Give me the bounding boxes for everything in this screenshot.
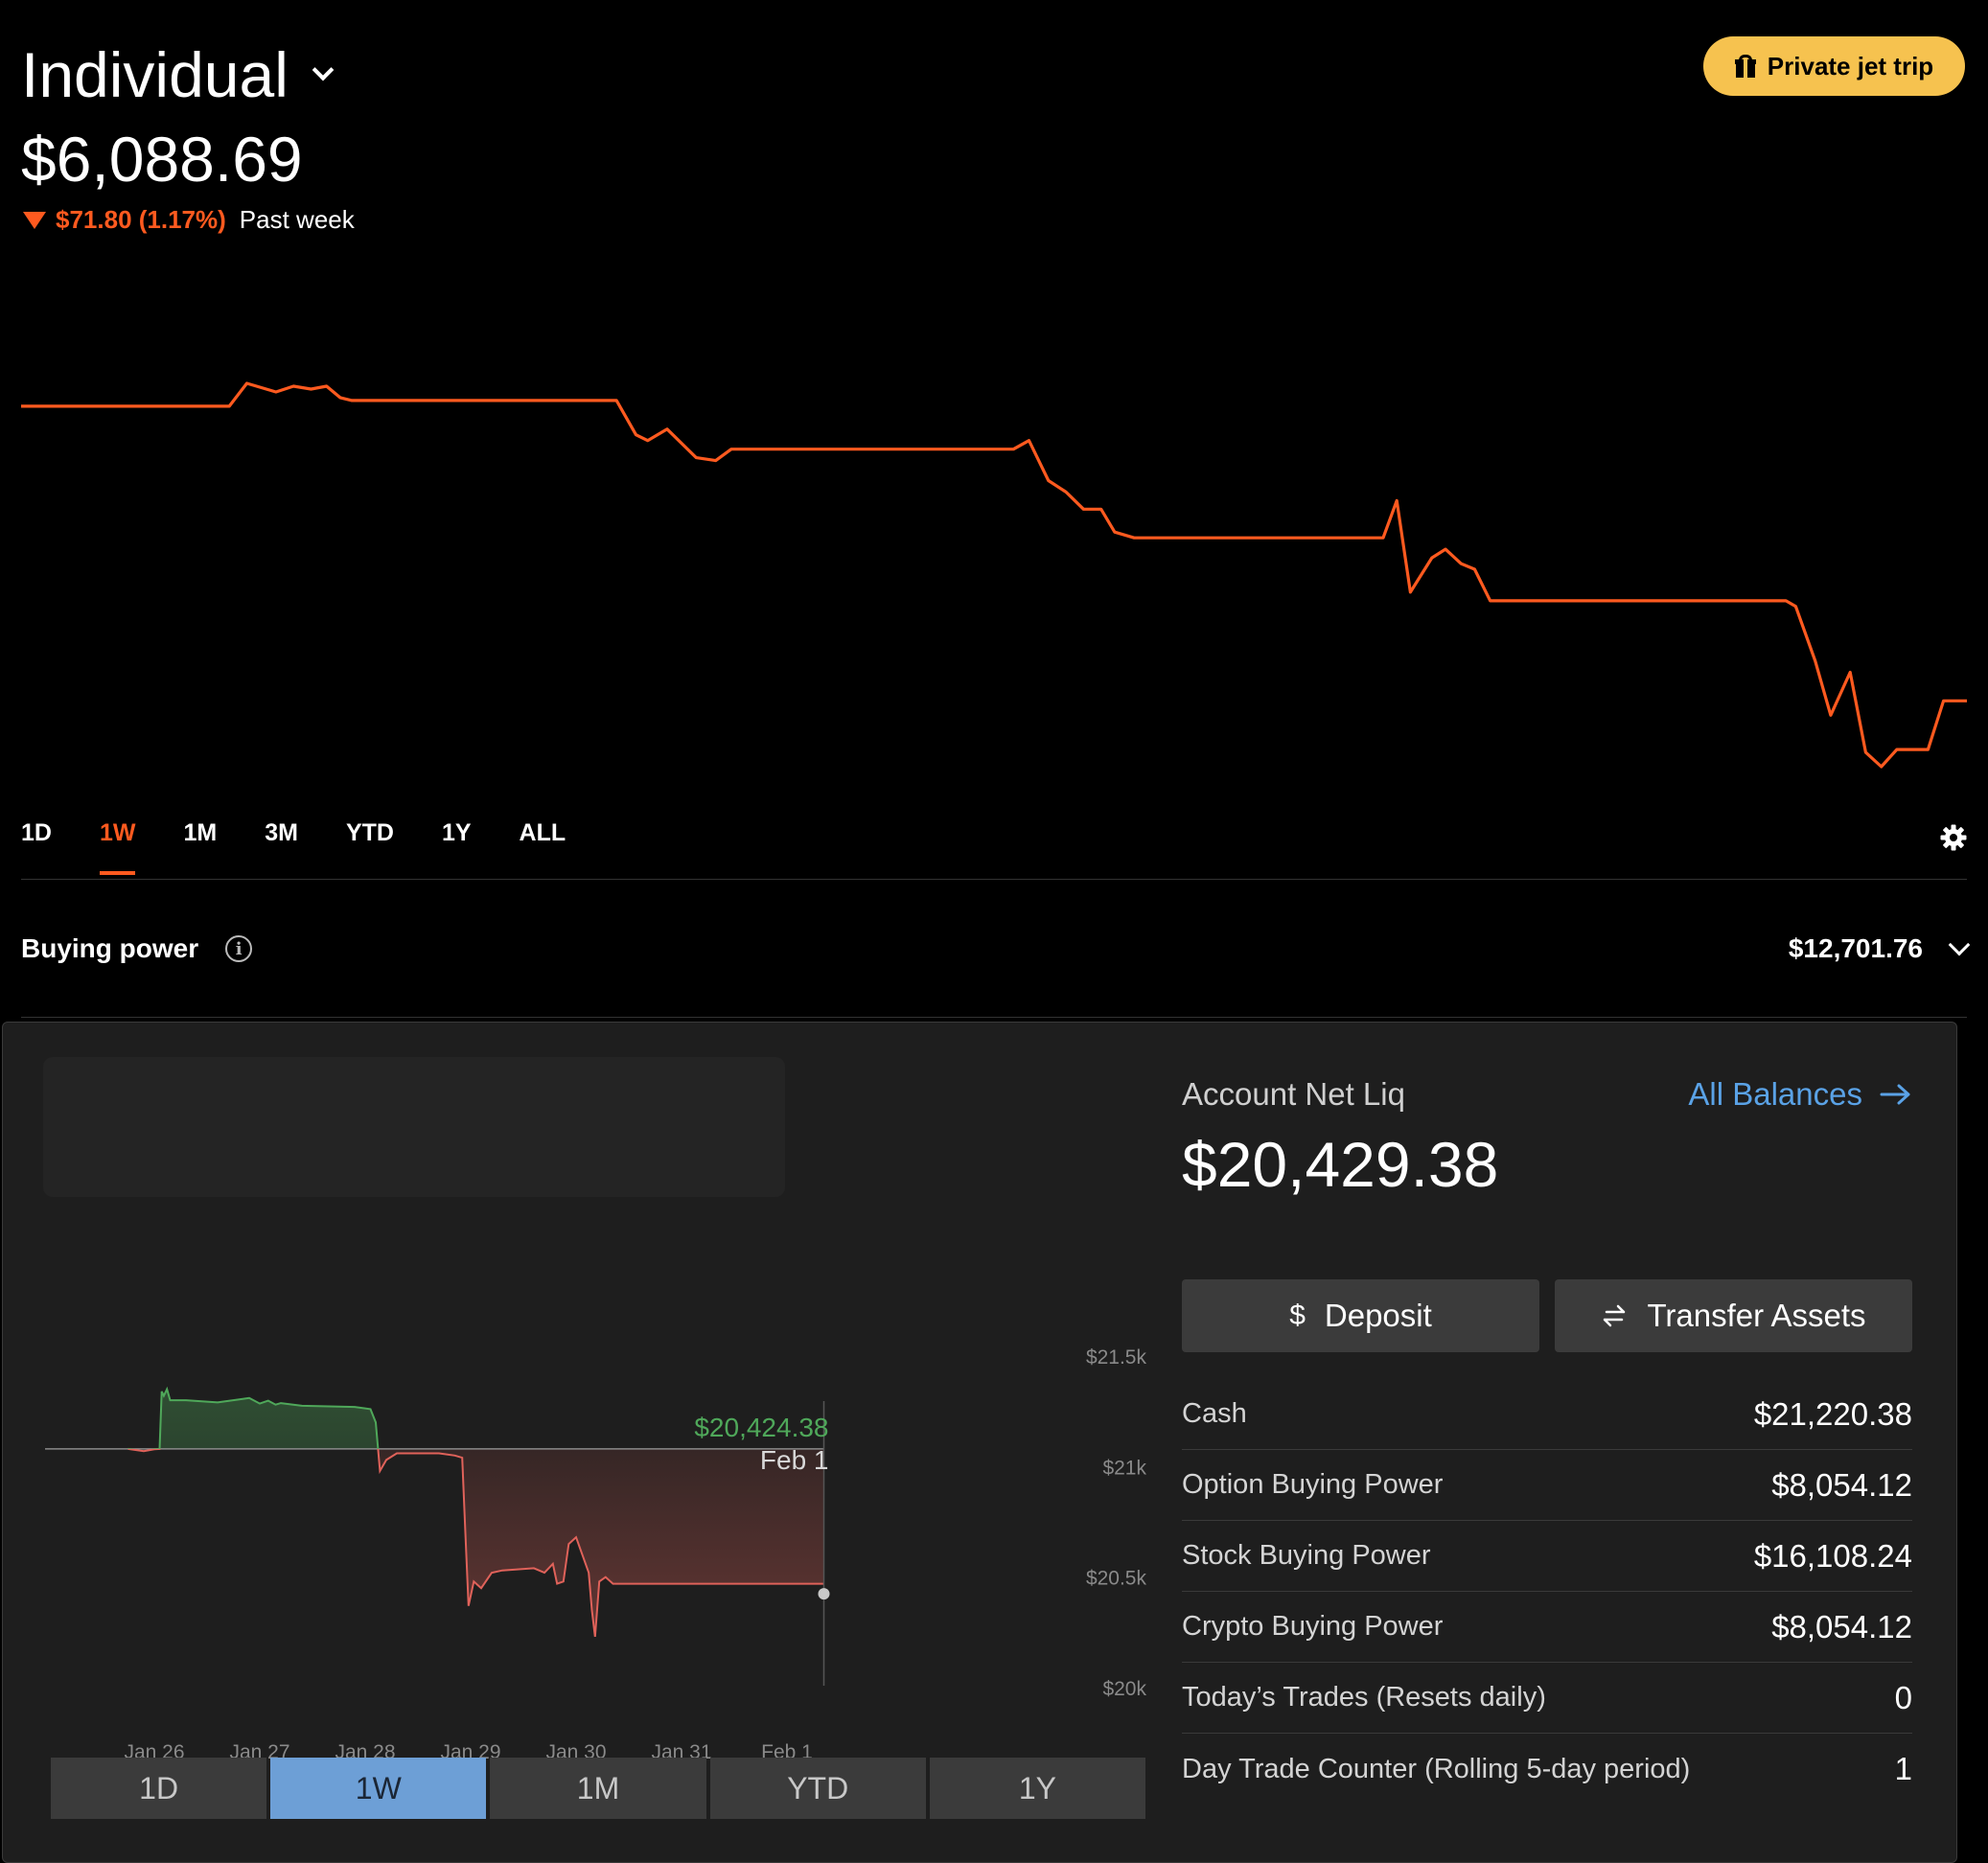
buying-power-label: Buying power — [21, 933, 199, 963]
balances-panel: Account Net Liq All Balances $20,429.38 … — [1182, 1023, 1912, 1862]
net-liq-range-ytd[interactable]: YTD — [709, 1758, 926, 1819]
range-tab-1w[interactable]: 1W — [99, 819, 135, 877]
private-jet-trip-button[interactable]: Private jet trip — [1703, 36, 1965, 96]
balances-list: Cash $21,220.38 Option Buying Power $8,054.… — [1182, 1379, 1912, 1805]
balance-value: $16,108.24 — [1753, 1537, 1912, 1574]
y-tick-label: $20k — [1102, 1678, 1146, 1700]
net-liq-range-selector: 1D 1W 1M YTD 1Y — [51, 1758, 1146, 1819]
divider — [21, 879, 1967, 880]
net-liq-range-1m[interactable]: 1M — [490, 1758, 706, 1819]
portfolio-value: $6,088.69 — [21, 124, 303, 195]
info-icon[interactable]: i — [225, 935, 253, 962]
net-liq-label: Account Net Liq — [1182, 1076, 1405, 1112]
balance-value: $21,220.38 — [1753, 1395, 1912, 1432]
balance-value: $8,054.12 — [1771, 1608, 1912, 1644]
portfolio-line-chart — [21, 381, 1967, 769]
transfer-assets-button[interactable]: Transfer Assets — [1555, 1279, 1912, 1352]
buying-power-value[interactable]: $12,701.76 — [1788, 933, 1971, 964]
account-name: Individual — [21, 39, 289, 110]
balance-value: 0 — [1894, 1679, 1912, 1715]
net-liq-chart: $20,424.38Feb 1$21.5k$21k$20.5k$20kJan 2… — [45, 1346, 1147, 1763]
transfer-label: Transfer Assets — [1647, 1298, 1866, 1333]
balance-label: Day Trade Counter (Rolling 5-day period) — [1182, 1753, 1691, 1784]
last-value-marker — [818, 1588, 830, 1600]
account-selector[interactable]: Individual — [21, 38, 335, 111]
empty-placeholder — [43, 1057, 785, 1197]
balance-row: Stock Buying Power $16,108.24 — [1182, 1521, 1912, 1592]
balance-row: Crypto Buying Power $8,054.12 — [1182, 1592, 1912, 1663]
hover-value-label: $20,424.38 — [694, 1413, 828, 1442]
balance-label: Stock Buying Power — [1182, 1540, 1431, 1571]
all-balances-link[interactable]: All Balances — [1688, 1076, 1912, 1113]
arrow-right-icon — [1880, 1084, 1910, 1105]
balance-row: Option Buying Power $8,054.12 — [1182, 1450, 1912, 1521]
change-period: Past week — [239, 205, 355, 234]
portfolio-change: $71.80 (1.17%) Past week — [23, 205, 355, 235]
range-tab-all[interactable]: ALL — [520, 819, 566, 877]
range-tab-1m[interactable]: 1M — [183, 819, 217, 877]
gear-icon[interactable] — [1940, 824, 1967, 851]
action-buttons: $ Deposit Transfer Assets — [1182, 1279, 1912, 1352]
range-tab-3m[interactable]: 3M — [265, 819, 298, 877]
deposit-label: Deposit — [1324, 1298, 1432, 1333]
balance-label: Option Buying Power — [1182, 1469, 1444, 1500]
divider — [21, 1017, 1967, 1018]
range-selector: 1D 1W 1M 3M YTD 1Y ALL — [21, 819, 613, 877]
y-tick-label: $20.5k — [1086, 1568, 1147, 1590]
portfolio-series-line — [21, 381, 1967, 769]
y-tick-label: $21.5k — [1086, 1346, 1147, 1368]
balance-value: $8,054.12 — [1771, 1466, 1912, 1503]
triangle-down-icon — [23, 211, 46, 229]
account-net-liq-panel: $20,424.38 Feb 1 $21.5k $21k $20.5k $20k Jan 2… — [2, 1022, 1957, 1863]
range-tab-1d[interactable]: 1D — [21, 819, 52, 877]
net-liq-value: $20,429.38 — [1182, 1129, 1499, 1200]
transfer-arrows-icon — [1604, 1304, 1626, 1327]
balance-row: Day Trade Counter (Rolling 5-day period)… — [1182, 1734, 1912, 1805]
hover-date-label: Feb 1 — [760, 1445, 829, 1475]
promo-label: Private jet trip — [1767, 51, 1934, 80]
balance-row: Cash $21,220.38 — [1182, 1379, 1912, 1450]
y-tick-label: $21k — [1102, 1457, 1146, 1479]
net-liq-range-1d[interactable]: 1D — [51, 1758, 267, 1819]
balance-row: Today’s Trades (Resets daily) 0 — [1182, 1663, 1912, 1734]
range-tab-1y[interactable]: 1Y — [442, 819, 472, 877]
balance-label: Today’s Trades (Resets daily) — [1182, 1682, 1546, 1713]
balance-label: Crypto Buying Power — [1182, 1611, 1444, 1642]
range-tab-ytd[interactable]: YTD — [346, 819, 394, 877]
all-balances-label: All Balances — [1688, 1076, 1862, 1112]
buying-power-amount: $12,701.76 — [1788, 933, 1923, 963]
dollar-icon: $ — [1289, 1300, 1306, 1331]
balance-value: 1 — [1894, 1751, 1912, 1786]
gift-icon — [1734, 55, 1756, 78]
change-amount: $71.80 (1.17%) — [56, 205, 226, 234]
portfolio-panel: Individual $6,088.69 $71.80 (1.17%) Past… — [0, 0, 1988, 1019]
net-liq-range-1w[interactable]: 1W — [270, 1758, 487, 1819]
balance-label: Cash — [1182, 1398, 1247, 1429]
chevron-down-icon — [1948, 933, 1971, 956]
net-liq-range-1y[interactable]: 1Y — [929, 1758, 1146, 1819]
buying-power-row[interactable]: Buying power i $12,701.76 — [21, 930, 1971, 968]
chevron-down-icon — [312, 58, 335, 81]
deposit-button[interactable]: $ Deposit — [1182, 1279, 1539, 1352]
